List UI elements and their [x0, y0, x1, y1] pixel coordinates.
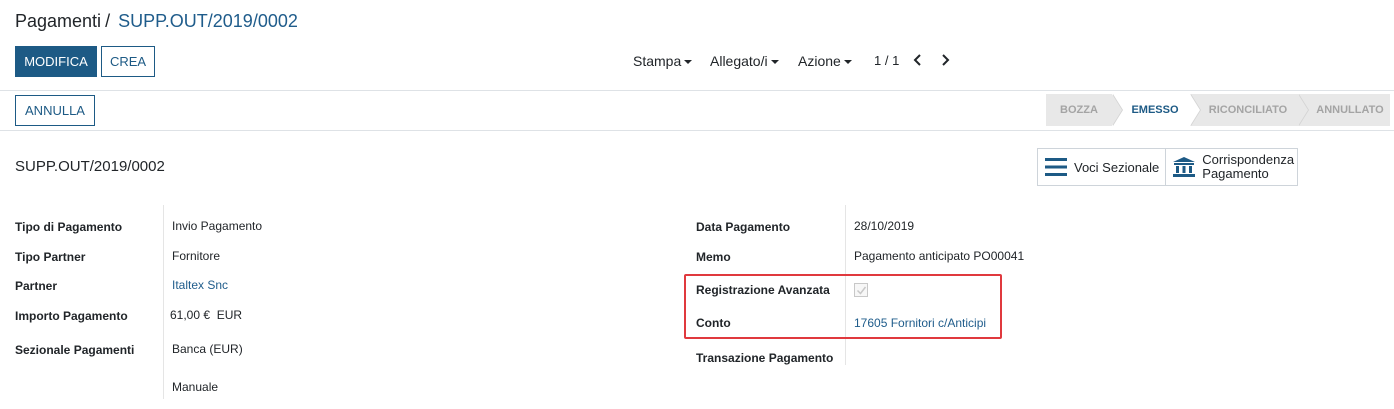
field-label-amount: Importo Pagamento — [15, 309, 128, 323]
breadcrumb: Pagamenti / SUPP.OUT/2019/0002 — [15, 11, 298, 32]
statusbar: ANNULLA BOZZA EMESSO RICONCILIATO ANNULL… — [0, 91, 1394, 131]
field-value-memo: Pagamento anticipato PO00041 — [854, 249, 1025, 263]
print-menu-label: Stampa — [633, 53, 682, 69]
action-menu-label: Azione — [798, 53, 841, 69]
print-menu[interactable]: Stampa — [633, 53, 693, 69]
field-value-partner[interactable]: Italtex Snc — [172, 278, 228, 292]
record-title: SUPP.OUT/2019/0002 — [15, 158, 165, 175]
action-menu[interactable]: Azione — [798, 53, 852, 69]
smart-buttons: Voci Sezionale Corrispondenza Pagamento — [1037, 148, 1299, 186]
pager-previous-button[interactable] — [913, 50, 923, 74]
field-label-payment-date: Data Pagamento — [696, 220, 791, 234]
cancel-button[interactable]: ANNULLA — [15, 95, 95, 126]
payment-matching-button[interactable]: Corrispondenza Pagamento — [1165, 149, 1298, 185]
field-label-payment-type: Tipo di Pagamento — [15, 220, 123, 234]
field-label-partner: Partner — [15, 279, 58, 293]
journal-items-label: Voci Sezionale — [1074, 159, 1160, 175]
journal-items-button[interactable]: Voci Sezionale — [1038, 149, 1166, 185]
breadcrumb-separator: / — [105, 11, 111, 31]
breadcrumb-parent[interactable]: Pagamenti — [15, 11, 101, 31]
field-value-payment-date: 28/10/2019 — [854, 219, 915, 233]
status-step-label: BOZZA — [1060, 104, 1098, 116]
field-label-partner-type: Tipo Partner — [15, 250, 86, 264]
status-step-draft: BOZZA — [1046, 94, 1123, 126]
field-value-amount: 61,00 € EUR — [170, 308, 243, 322]
field-value-payment-method: Manuale — [172, 380, 219, 394]
attachments-menu-label: Allegato/i — [710, 53, 768, 69]
create-button[interactable]: CREA — [101, 46, 155, 77]
status-step-posted: EMESSO — [1112, 94, 1201, 126]
payment-matching-label-line2: Pagamento — [1202, 166, 1269, 181]
list-icon — [1045, 158, 1067, 176]
status-step-reconciled: RICONCILIATO — [1190, 94, 1309, 126]
chevron-left-icon — [913, 54, 921, 66]
chevron-down-icon — [684, 60, 693, 64]
edit-button[interactable]: MODIFICA — [15, 46, 97, 77]
payment-matching-label-line1: Corrispondenza — [1202, 152, 1295, 167]
field-value-partner-type: Fornitore — [172, 249, 221, 263]
status-step-cancelled: ANNULLATO — [1298, 94, 1390, 126]
status-step-label: ANNULLATO — [1316, 104, 1384, 116]
status-steps: BOZZA EMESSO RICONCILIATO ANNULLATO — [1046, 94, 1390, 126]
bank-icon — [1173, 157, 1196, 177]
payment-matching-label: Corrispondenza Pagamento — [1202, 153, 1294, 181]
pager-value[interactable]: 1 / 1 — [874, 53, 899, 68]
field-label-payment-transaction: Transazione Pagamento — [696, 351, 834, 365]
pager-next-button[interactable] — [940, 50, 950, 74]
status-step-label: RICONCILIATO — [1208, 104, 1288, 116]
divider — [163, 205, 164, 399]
status-step-label: EMESSO — [1131, 104, 1179, 116]
field-value-payment-journal: Banca (EUR) — [172, 342, 243, 356]
breadcrumb-current: SUPP.OUT/2019/0002 — [118, 11, 298, 31]
chevron-right-icon — [942, 54, 950, 66]
field-label-memo: Memo — [696, 250, 731, 264]
field-value-payment-type: Invio Pagamento — [172, 219, 263, 233]
chevron-down-icon — [843, 60, 852, 64]
attachments-menu[interactable]: Allegato/i — [710, 53, 779, 69]
field-label-payment-journal: Sezionale Pagamenti — [15, 343, 135, 357]
chevron-down-icon — [770, 60, 779, 64]
highlight-annotation-box — [684, 274, 1002, 339]
control-panel: Pagamenti / SUPP.OUT/2019/0002 MODIFICA CR… — [0, 0, 1394, 91]
